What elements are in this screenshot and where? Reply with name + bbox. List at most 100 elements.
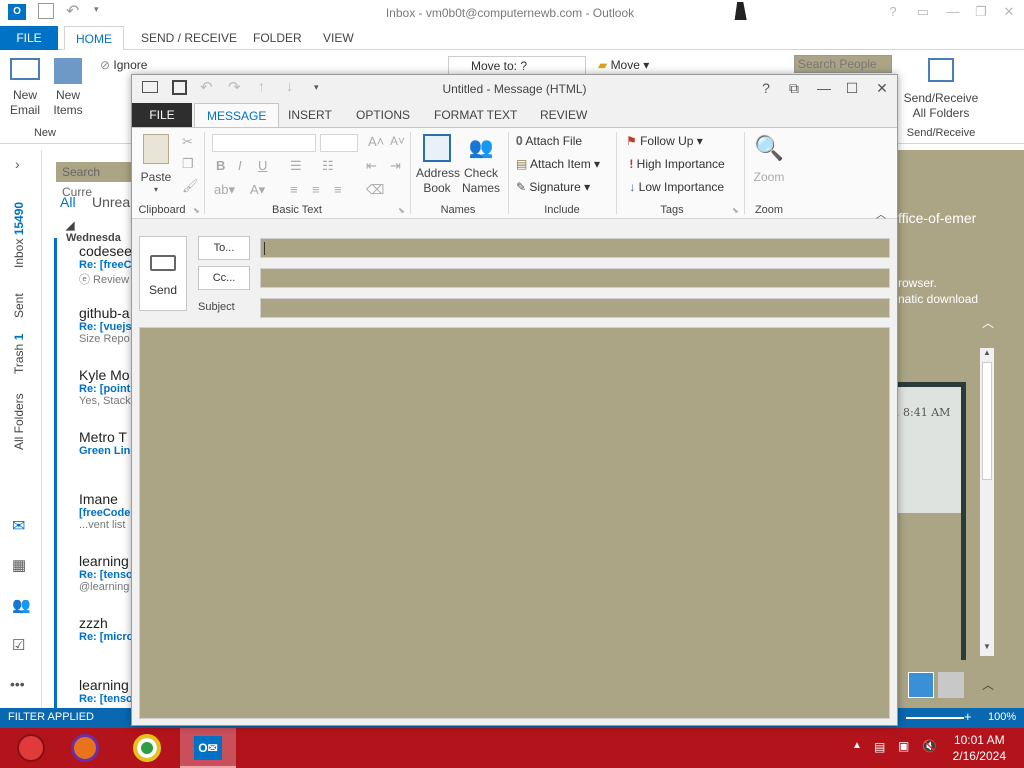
increase-indent-icon[interactable]: ⇥ xyxy=(390,158,401,174)
zoom-button[interactable]: 🔍 Zoom xyxy=(750,134,788,200)
nav-folder-sent[interactable]: Sent xyxy=(12,286,26,318)
previous-item-icon[interactable]: ↑ xyxy=(258,78,265,94)
bold-icon[interactable]: B xyxy=(216,158,225,173)
next-item-icon[interactable]: ↓ xyxy=(286,78,293,94)
basic-text-launcher-icon[interactable]: ⬊ xyxy=(398,206,405,215)
clock[interactable]: 10:01 AM 2/16/2024 xyxy=(953,732,1006,764)
move-to-dropdown[interactable]: Move to: ? xyxy=(448,56,586,76)
outlook-taskbar-button[interactable]: O✉ xyxy=(180,728,236,768)
filter-all[interactable]: All xyxy=(60,194,76,210)
nav-folder-inbox[interactable]: Inbox 15490 xyxy=(12,196,26,268)
maximize-button[interactable]: ❐ xyxy=(968,4,994,22)
to-button[interactable]: To... xyxy=(198,236,250,260)
scroll-up-arrow[interactable]: ▲ xyxy=(980,348,994,362)
shrink-font-icon[interactable]: A˅ xyxy=(390,134,405,148)
send-receive-all-button[interactable]: Send/Receive All Folders xyxy=(900,58,982,124)
tags-launcher-icon[interactable]: ⬊ xyxy=(732,206,739,215)
tab-folder[interactable]: FOLDER xyxy=(242,26,313,50)
high-importance-button[interactable]: ! High Importance xyxy=(626,157,724,171)
save-icon[interactable] xyxy=(38,3,54,19)
mail-item[interactable]: github-a Re: [vuejs Size Repo xyxy=(54,300,134,362)
align-left-icon[interactable]: ≡ xyxy=(290,182,298,197)
new-items-button[interactable]: New Items xyxy=(48,58,88,128)
ribbon-display-icon[interactable]: ⧉ xyxy=(780,80,808,98)
align-center-icon[interactable]: ≡ xyxy=(312,182,320,197)
network-icon[interactable]: ▣ xyxy=(898,739,909,753)
cc-field[interactable] xyxy=(260,268,890,288)
check-names-button[interactable]: 👥 Check Names xyxy=(460,134,502,200)
cut-icon[interactable]: ✂ xyxy=(182,134,193,150)
people-icon[interactable]: 👥 xyxy=(12,596,31,614)
start-button[interactable] xyxy=(4,728,58,768)
tab-format-text[interactable]: FORMAT TEXT xyxy=(422,103,529,127)
close-button[interactable]: ✕ xyxy=(868,80,896,98)
undo-icon[interactable]: ↶ xyxy=(66,1,79,21)
underline-icon[interactable]: U xyxy=(258,158,267,173)
save-icon[interactable] xyxy=(172,80,187,95)
numbering-icon[interactable]: ☷ xyxy=(322,158,334,174)
clear-formatting-icon[interactable]: ⌫ xyxy=(366,182,384,198)
nav-folder-all[interactable]: All Folders xyxy=(12,388,26,450)
ribbon-display-icon[interactable]: ▭ xyxy=(910,4,936,22)
maximize-button[interactable]: ☐ xyxy=(838,80,866,98)
scroll-thumb[interactable] xyxy=(982,362,992,480)
zoom-slider[interactable] xyxy=(906,717,964,719)
tab-insert[interactable]: INSERT xyxy=(276,103,344,127)
format-painter-icon[interactable]: 🖌 xyxy=(182,178,199,194)
action-center-icon[interactable]: ▤ xyxy=(874,740,885,754)
clipboard-launcher-icon[interactable]: ⬊ xyxy=(193,206,200,215)
mail-item[interactable]: codesee Re: [freeC ⓔ Review xyxy=(54,238,134,300)
italic-icon[interactable]: I xyxy=(238,158,242,173)
reading-pane-scrollbar[interactable]: ▲ ▼ xyxy=(980,348,994,656)
mail-item[interactable]: learning Re: [tenso xyxy=(54,672,134,710)
tab-message[interactable]: MESSAGE xyxy=(194,103,280,128)
firefox-taskbar-button[interactable] xyxy=(58,728,112,768)
calendar-icon[interactable]: ▦ xyxy=(12,556,26,574)
copy-icon[interactable]: ❐ xyxy=(182,156,194,172)
outlook-app-icon[interactable]: O xyxy=(8,4,26,20)
address-book-button[interactable]: Address Book xyxy=(416,134,460,200)
scroll-down-arrow[interactable]: ▼ xyxy=(980,642,994,656)
attach-item-button[interactable]: ▤ Attach Item ▾ xyxy=(516,157,600,171)
minimize-button[interactable]: — xyxy=(940,4,966,22)
tab-file[interactable]: FILE xyxy=(132,103,192,127)
cc-button[interactable]: Cc... xyxy=(198,266,250,290)
mail-item[interactable]: learning Re: [tenso @learning xyxy=(54,548,134,610)
tab-review[interactable]: REVIEW xyxy=(528,103,599,127)
search-current-mailbox-input[interactable]: Search Curre xyxy=(56,162,132,199)
subject-field[interactable] xyxy=(260,298,890,318)
follow-up-button[interactable]: ⚑ Follow Up ▾ xyxy=(626,134,703,148)
qat-dropdown-icon[interactable]: ▾ xyxy=(94,4,99,15)
help-icon[interactable]: ? xyxy=(752,80,780,98)
tasks-icon[interactable]: ☑ xyxy=(12,636,25,654)
ignore-button[interactable]: ⊘ Ignore xyxy=(100,58,147,72)
people-pane-toggle-icon[interactable]: ︿ xyxy=(982,676,994,693)
tab-options[interactable]: OPTIONS xyxy=(344,103,422,127)
tab-home[interactable]: HOME xyxy=(64,26,124,51)
bullets-icon[interactable]: ☰ xyxy=(290,158,302,174)
help-icon[interactable]: ? xyxy=(880,4,906,22)
filter-unread[interactable]: Unrea xyxy=(92,194,130,210)
mail-item[interactable]: Kyle Mo Re: [point Yes, Stack xyxy=(54,362,134,424)
minimize-button[interactable]: — xyxy=(810,80,838,98)
align-right-icon[interactable]: ≡ xyxy=(334,182,342,197)
grow-font-icon[interactable]: A˄ xyxy=(368,134,384,149)
to-field[interactable] xyxy=(260,238,890,258)
attach-file-button[interactable]: 𝟎 Attach File xyxy=(516,134,582,149)
show-hidden-icons[interactable]: ▲ xyxy=(852,740,862,751)
highlight-icon[interactable]: ab▾ xyxy=(214,182,235,198)
redo-icon[interactable]: ↷ xyxy=(228,78,241,96)
send-button[interactable]: Send xyxy=(139,236,187,311)
close-button[interactable]: ✕ xyxy=(996,4,1022,22)
more-icon[interactable]: ••• xyxy=(10,676,25,692)
signature-button[interactable]: ✎ Signature ▾ xyxy=(516,180,590,194)
low-importance-button[interactable]: ↓ Low Importance xyxy=(626,180,724,194)
volume-muted-icon[interactable]: 🔇 xyxy=(922,739,937,753)
font-color-icon[interactable]: A▾ xyxy=(250,182,265,198)
move-button[interactable]: ▰ Move ▾ xyxy=(598,58,649,72)
new-email-button[interactable]: New Email xyxy=(6,58,44,128)
mail-icon[interactable]: ✉ xyxy=(12,516,25,536)
decrease-indent-icon[interactable]: ⇤ xyxy=(366,158,377,174)
people-pane-avatar[interactable] xyxy=(938,672,964,698)
mail-item[interactable]: zzzh Re: [micro xyxy=(54,610,134,672)
